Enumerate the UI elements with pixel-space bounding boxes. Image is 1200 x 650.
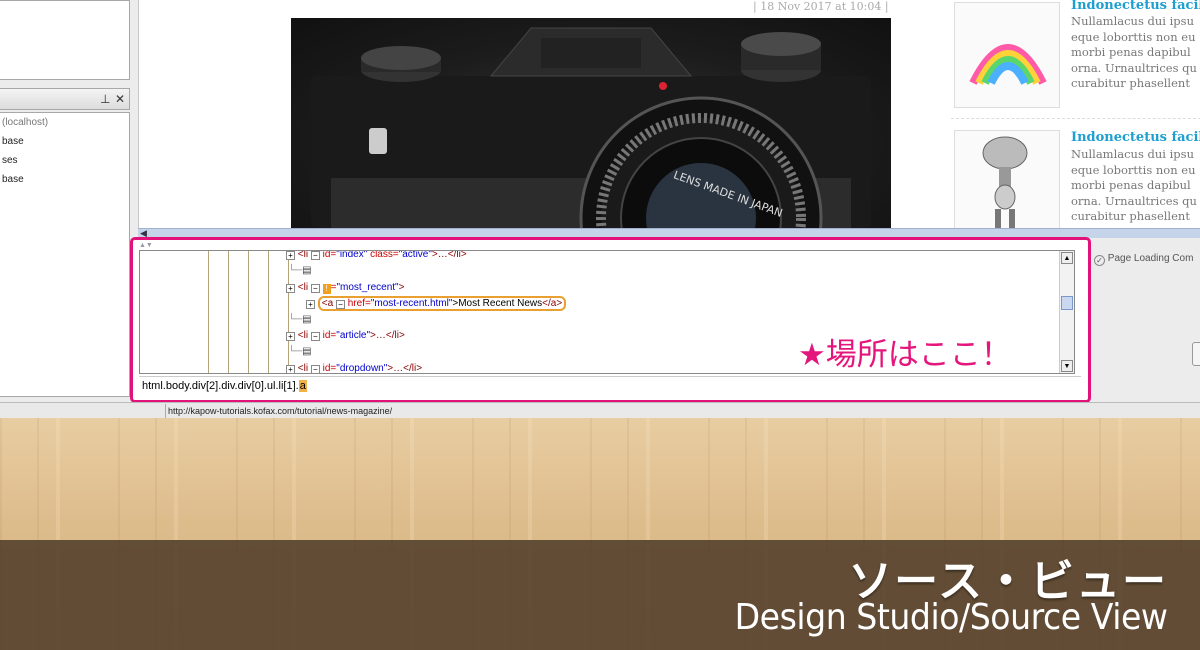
sidebar-post-title[interactable]: Indonectetus facil <box>1071 0 1200 13</box>
sidebar-post-excerpt: Nullamlacus dui ipsu eque loborttis non … <box>1071 147 1197 223</box>
document-icon: ▤ <box>302 314 312 325</box>
tree-item[interactable]: base <box>0 170 129 189</box>
close-icon[interactable]: ✕ <box>115 92 125 106</box>
text-node[interactable]: └─▤ <box>288 345 312 359</box>
status-bar: http://kapow-tutorials.kofax.com/tutoria… <box>0 402 1200 418</box>
scroll-thumb[interactable] <box>1061 296 1073 310</box>
post-date: | 18 Nov 2017 at 10:04 | <box>753 0 889 13</box>
collapse-icon[interactable]: − <box>310 251 320 260</box>
dom-path-field[interactable]: html.body.div[2].div.div[0].ul.li[1].a <box>139 376 1081 394</box>
right-button[interactable] <box>1192 342 1200 366</box>
document-icon: ▤ <box>302 346 312 357</box>
splitter-handle[interactable]: ▲▼ <box>139 242 153 249</box>
page-loading-status: ✓ Page Loading Com <box>1094 253 1200 269</box>
slinky-thumbnail[interactable] <box>954 2 1060 108</box>
database-tree: (localhost) base ses base <box>0 112 130 397</box>
expand-icon[interactable]: + <box>286 365 295 373</box>
collapse-icon[interactable]: − <box>310 284 320 293</box>
dom-node-a-most-recent[interactable]: + <a − href="most-recent.html">Most Rece… <box>306 296 567 311</box>
document-icon: ▤ <box>302 265 312 276</box>
left-top-panel <box>0 0 130 80</box>
scroll-up-icon[interactable]: ▲ <box>1061 252 1073 264</box>
left-panel-header: ⊥ ✕ <box>0 88 130 110</box>
tree-item[interactable]: ses <box>0 151 129 170</box>
expand-icon[interactable]: + <box>286 332 295 341</box>
caption-english: Design Studio/Source View <box>735 597 1168 638</box>
expand-icon[interactable]: + <box>286 284 295 293</box>
dom-node-li-dropdown[interactable]: + <li − id="dropdown">…</li> <box>286 362 422 373</box>
collapse-icon[interactable]: − <box>335 300 345 309</box>
dom-tree: + <li − id="index" class="active">…</li>… <box>139 250 1075 374</box>
dom-node-li-most-recent[interactable]: + <li − ! ="most_recent"> <box>286 281 404 295</box>
browser-view: | 18 Nov 2017 at 10:04 | LENS MADE IN JA… <box>138 0 1200 236</box>
pin-icon[interactable]: ⊥ <box>100 92 110 106</box>
collapse-icon[interactable]: − <box>310 332 320 341</box>
robot-thumbnail[interactable] <box>954 130 1060 236</box>
dom-node-li-index[interactable]: + <li − id="index" class="active">…</li> <box>286 251 467 262</box>
check-icon: ✓ <box>1094 255 1105 266</box>
scroll-down-icon[interactable]: ▼ <box>1061 360 1073 372</box>
selected-node-highlight[interactable]: <a − href="most-recent.html">Most Recent… <box>317 296 567 311</box>
warning-icon: ! <box>322 284 331 294</box>
camera-image: LENS MADE IN JAPAN <box>291 18 891 228</box>
sidebar-divider <box>951 118 1200 119</box>
collapse-icon[interactable]: − <box>310 365 320 373</box>
text-node[interactable]: └─▤ <box>288 264 312 278</box>
design-studio-screenshot: ⊥ ✕ (localhost) base ses base | 18 Nov 2… <box>0 0 1200 418</box>
dom-node-li-article[interactable]: + <li − id="article">…</li> <box>286 329 405 343</box>
tree-item[interactable]: base <box>0 132 129 151</box>
expand-icon[interactable]: + <box>306 300 315 309</box>
sidebar-post-excerpt: Nullamlacus dui ipsu eque loborttis non … <box>1071 14 1197 90</box>
status-url: http://kapow-tutorials.kofax.com/tutoria… <box>165 404 392 418</box>
text-node[interactable]: └─▤ <box>288 313 312 327</box>
sidebar-post-title[interactable]: Indonectetus facil <box>1071 130 1200 145</box>
expand-icon[interactable]: + <box>286 251 295 260</box>
vertical-scrollbar[interactable]: ▲ ▼ <box>1059 251 1074 373</box>
annotation-callout: ★場所はここ！ <box>798 337 1012 373</box>
tree-item[interactable]: (localhost) <box>0 113 129 132</box>
source-view-panel: ▲▼ + <li − id="index" class="active">…</… <box>130 237 1091 403</box>
